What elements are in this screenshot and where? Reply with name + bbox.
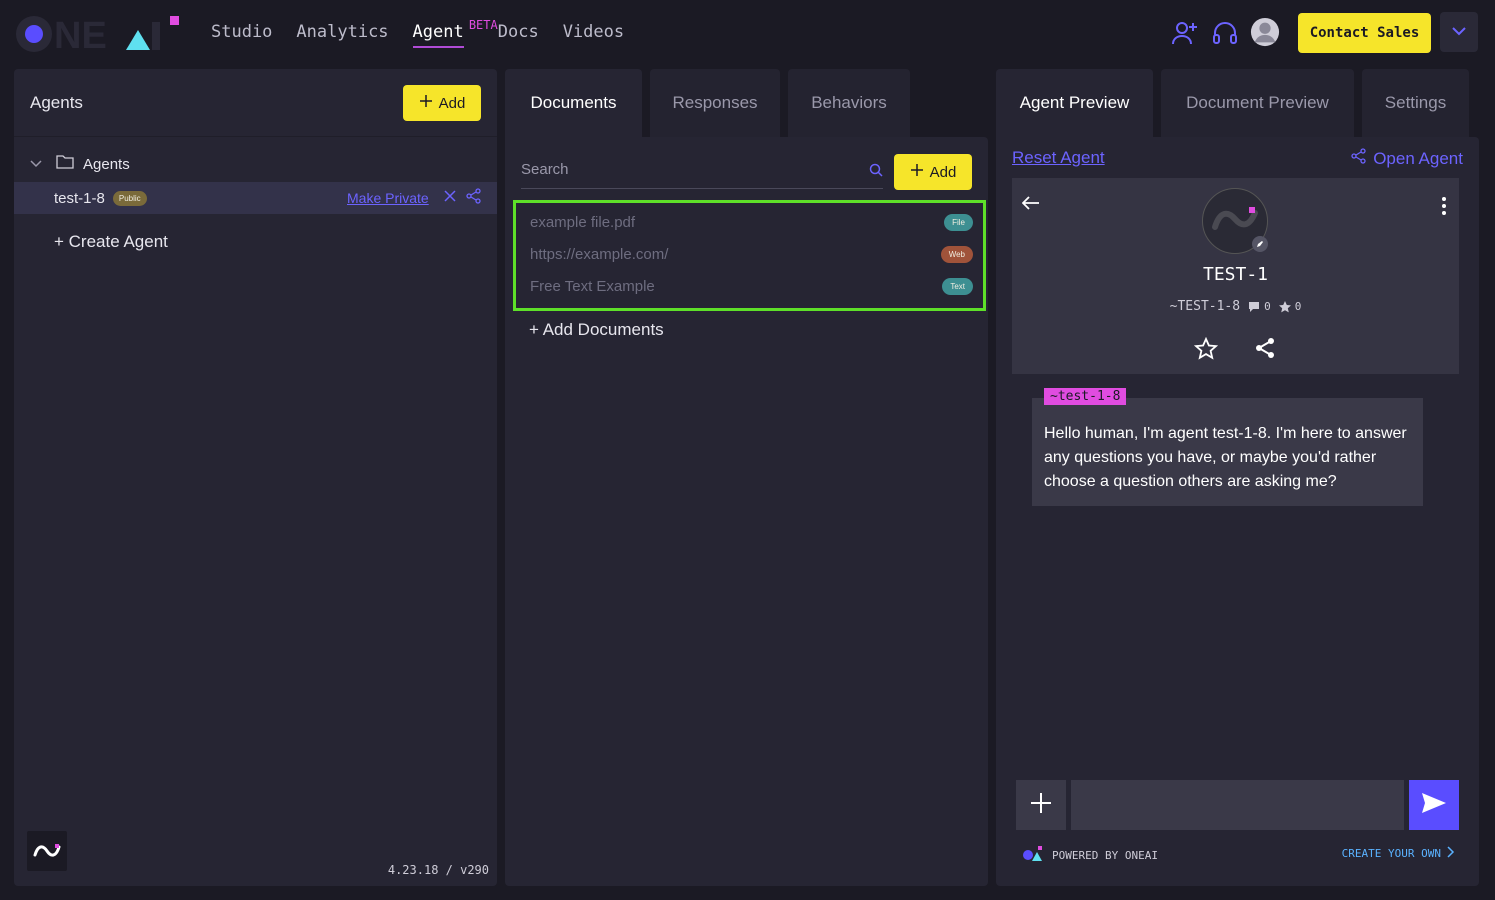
comment-count-value: 0 [1264,300,1271,313]
create-agent-button[interactable]: + Create Agent [54,232,168,252]
send-button[interactable] [1409,780,1459,830]
agent-preview-panel: Reset Agent Open Agent TEST-1 ~TEST-1-8 … [996,137,1479,886]
top-bar: NE Studio Analytics Agent BETA Docs Vide… [0,0,1495,64]
star-icon[interactable] [1193,336,1219,366]
beta-badge: BETA [468,18,498,32]
close-icon[interactable] [444,189,456,207]
main-nav: Studio Analytics Agent BETA Docs Videos [211,18,624,48]
public-badge: Public [112,190,147,206]
create-your-own-link[interactable]: CREATE YOUR OWN [1342,846,1455,861]
document-name: https://example.com/ [530,245,669,263]
document-name: example file.pdf [530,213,636,231]
tab-documents[interactable]: Documents [505,69,642,137]
reset-agent-link[interactable]: Reset Agent [1012,148,1105,168]
agent-name: test-1-8 [54,189,105,207]
edit-pencil-icon[interactable] [1252,236,1268,252]
plus-icon [910,163,924,181]
account-dropdown-button[interactable] [1440,12,1478,52]
document-name: Free Text Example [530,277,655,295]
nav-analytics[interactable]: Analytics [296,22,388,48]
back-arrow-icon[interactable] [1021,196,1040,215]
text-type-badge: Text [942,277,973,295]
nav-agent-label: Agent [412,22,464,42]
nav-videos[interactable]: Videos [563,22,624,48]
agent-meta: ~TEST-1-8 0 0 [1012,299,1459,314]
chat-input-bar [1016,780,1459,830]
attach-button[interactable] [1016,780,1066,830]
star-small-icon [1278,300,1291,312]
chevron-right-icon [1447,846,1455,861]
oneai-logo[interactable]: NE [14,14,182,57]
tab-responses[interactable]: Responses [650,69,780,137]
more-vertical-icon[interactable] [1441,196,1447,221]
plus-icon [1030,792,1052,819]
document-row[interactable]: Free Text Example Text [530,274,973,298]
agents-folder[interactable]: Agents [14,153,497,175]
add-documents-button[interactable]: + Add Documents [529,320,664,340]
search-input[interactable] [521,161,851,178]
headset-icon[interactable] [1210,18,1240,48]
tab-behaviors[interactable]: Behaviors [788,69,910,137]
search-icon[interactable] [869,163,883,182]
tab-agent-preview[interactable]: Agent Preview [996,69,1153,137]
agent-handle: ~TEST-1-8 [1169,299,1241,314]
add-user-icon[interactable] [1170,18,1200,48]
agent-title: TEST-1 [1202,264,1269,285]
version-label: 4.23.18 / v290 [387,863,489,877]
open-agent-link[interactable]: Open Agent [1351,148,1463,169]
star-count-value: 0 [1294,300,1302,313]
document-row[interactable]: example file.pdf File [530,210,973,234]
agents-header: Agents Add [14,69,497,137]
folder-label: Agents [83,155,130,173]
make-private-link[interactable]: Make Private [347,190,429,206]
oneai-mini-logo-icon [1022,846,1044,865]
add-agent-label: Add [438,94,466,112]
user-avatar-icon[interactable] [1250,17,1280,47]
agent-profile-card: TEST-1 ~TEST-1-8 0 0 [1012,178,1459,374]
plus-icon [419,94,433,112]
chevron-down-icon[interactable] [30,155,42,173]
message-sender-tag: ~test-1-8 [1044,388,1127,405]
chat-message-input[interactable] [1071,780,1404,830]
document-row[interactable]: https://example.com/ Web [530,242,973,266]
agent-row[interactable]: test-1-8 Public Make Private [14,182,497,214]
comment-icon [1249,301,1260,312]
nav-studio[interactable]: Studio [211,22,272,48]
star-count: 0 [1278,300,1302,313]
file-type-badge: File [944,213,973,231]
folder-icon [56,154,74,175]
share-icon[interactable] [466,187,482,209]
agents-title: Agents [30,93,83,112]
open-agent-label: Open Agent [1373,148,1463,168]
nav-agent[interactable]: Agent BETA [412,18,498,48]
share-icon[interactable] [1254,337,1276,364]
create-own-label: CREATE YOUR OWN [1341,847,1441,860]
add-document-label: Add [929,163,957,181]
nav-docs[interactable]: Docs [498,22,539,48]
document-search [521,155,883,189]
oneai-small-logo [27,831,67,871]
add-document-button[interactable]: Add [894,154,972,190]
svg-text:NE: NE [54,15,107,52]
contact-sales-button[interactable]: Contact Sales [1298,13,1431,53]
share-icon [1351,148,1367,169]
tab-document-preview[interactable]: Document Preview [1161,69,1354,137]
comment-count: 0 [1248,300,1271,313]
agents-panel: Agents Add Agents test-1-8 Public Make P… [14,69,497,886]
powered-by-label: POWERED BY ONEAI [1052,849,1158,862]
agent-message: Hello human, I'm agent test-1-8. I'm her… [1032,398,1423,506]
tab-settings[interactable]: Settings [1362,69,1469,137]
chevron-down-icon [1452,23,1466,41]
add-agent-button[interactable]: Add [403,85,481,121]
documents-panel: Add example file.pdf File https://exampl… [505,137,988,886]
send-icon [1421,792,1447,819]
web-type-badge: Web [940,245,973,263]
documents-list: example file.pdf File https://example.co… [513,200,986,311]
powered-by[interactable]: POWERED BY ONEAI [1022,846,1158,865]
